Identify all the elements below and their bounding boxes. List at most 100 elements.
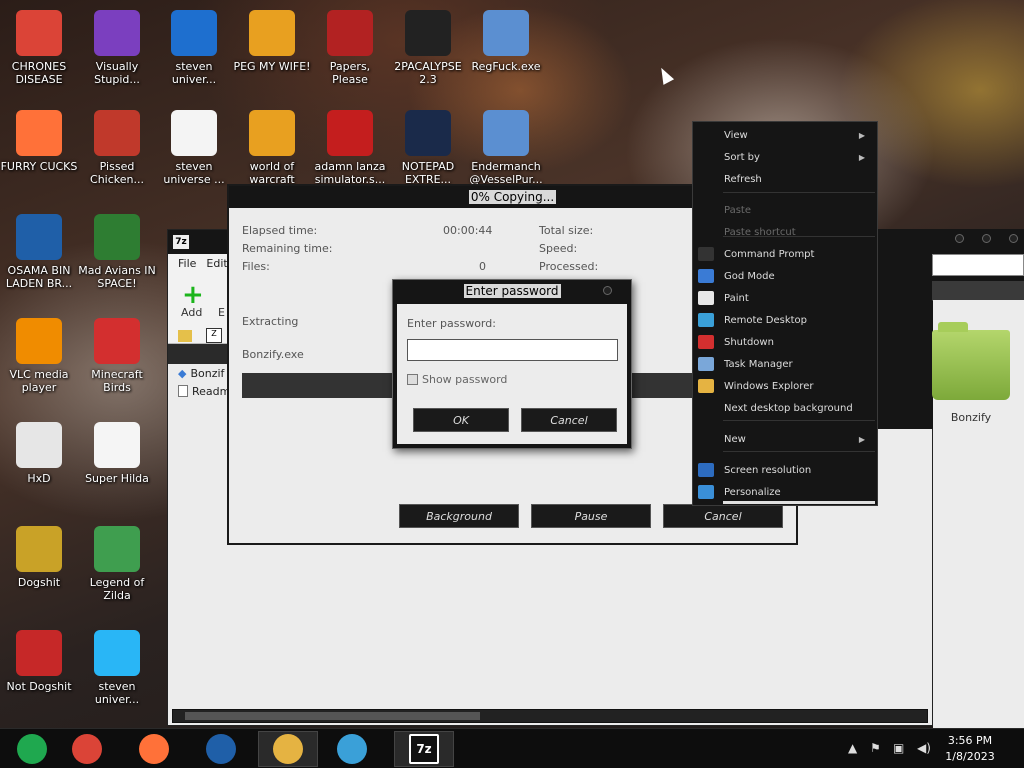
desktop-icon[interactable]: OSAMA BIN LADEN BR... — [0, 214, 78, 290]
shield-icon — [698, 335, 714, 349]
desktop-icon[interactable]: PEG MY WIFE! — [233, 10, 311, 73]
action-label: Extracting — [242, 315, 299, 328]
taskbar-button[interactable] — [258, 731, 318, 767]
close-button[interactable] — [1009, 234, 1018, 243]
context-menu-item[interactable]: Paste shortcut — [693, 221, 877, 243]
folder-label[interactable]: Bonzify — [936, 411, 1006, 424]
desktop-icon[interactable]: Pissed Chicken... — [78, 110, 156, 186]
password-dialog-body: Enter password: Show password OK Cancel — [397, 304, 627, 444]
context-menu-item-label: Personalize — [724, 486, 781, 498]
context-menu-item[interactable]: Personalize — [693, 481, 877, 503]
submenu-arrow-icon: ▶ — [858, 130, 865, 140]
context-menu-item[interactable]: Screen resolution — [693, 459, 877, 481]
password-dialog-titlebar[interactable]: Enter password — [393, 280, 631, 302]
desktop-icon-label: Papers, Please — [329, 60, 371, 86]
toolbar-add-label[interactable]: Add — [181, 306, 202, 319]
desktop-icon[interactable]: Not Dogshit — [0, 630, 78, 693]
show-password-label[interactable]: Show password — [422, 373, 507, 386]
password-input[interactable] — [407, 339, 618, 361]
password-dialog-title: Enter password — [463, 284, 561, 298]
desktop-icon[interactable]: adamn lanza simulator.s... — [311, 110, 389, 186]
desktop-icon[interactable]: Dogshit — [0, 526, 78, 589]
show-hidden-icons-icon[interactable]: ▲ — [848, 741, 857, 755]
context-menu-item[interactable]: Next desktop background — [693, 397, 877, 419]
task-manager-icon — [698, 357, 714, 371]
desktop-icon[interactable]: Endermanch @VesselPur... — [467, 110, 545, 186]
desktop-icon-label: world of warcraft — [249, 160, 295, 186]
taskbar-button[interactable] — [191, 731, 251, 767]
taskbar-clock[interactable]: 3:56 PM 1/8/2023 — [938, 733, 1002, 765]
context-menu-item[interactable]: God Mode — [693, 265, 877, 287]
dev-cpp-red-icon — [16, 630, 62, 676]
taskbar-button[interactable] — [124, 731, 184, 767]
context-menu-item[interactable]: Sort by ▶ — [693, 146, 877, 168]
desktop-icon[interactable]: world of warcraft — [233, 110, 311, 186]
desktop-icon[interactable]: steven univer... — [78, 630, 156, 706]
desktop-icon[interactable]: steven univer... — [155, 10, 233, 86]
context-menu-item[interactable]: Refresh — [693, 168, 877, 190]
desktop-icon[interactable]: VLC media player — [0, 318, 78, 394]
desktop-icon[interactable]: HxD — [0, 422, 78, 485]
context-menu-item[interactable]: View ▶ — [693, 124, 877, 146]
background-button[interactable]: Background — [399, 504, 519, 528]
password-dialog[interactable]: Enter password Enter password: Show pass… — [392, 279, 632, 449]
context-menu-item-label: Paste — [724, 204, 751, 216]
context-menu-item-label: Sort by — [724, 151, 760, 163]
search-bar[interactable] — [932, 281, 1024, 301]
folder-up-icon[interactable] — [178, 330, 192, 342]
desktop-icon[interactable]: FURRY CUCKS — [0, 110, 78, 173]
ok-button[interactable]: OK — [413, 408, 509, 432]
context-menu-item[interactable]: Shutdown — [693, 331, 877, 353]
horizontal-scrollbar[interactable] — [172, 709, 928, 723]
desktop-icon-label: Super Hilda — [85, 472, 149, 485]
folder-icon — [698, 379, 714, 393]
context-menu-item[interactable]: Windows Explorer — [693, 375, 877, 397]
desktop-icon[interactable]: Mad Avians IN SPACE! — [78, 214, 156, 290]
desktop-icon[interactable]: Minecraft Birds — [78, 318, 156, 394]
total-size-label: Total size: — [539, 224, 594, 237]
desktop-icon[interactable]: steven universe ... — [155, 110, 233, 186]
file-explorer-icon — [273, 734, 303, 764]
address-bar[interactable] — [932, 254, 1024, 276]
close-button[interactable] — [603, 286, 612, 295]
cancel-copy-button[interactable]: Cancel — [663, 504, 783, 528]
maximize-button[interactable] — [982, 234, 991, 243]
desktop-icon[interactable]: Super Hilda — [78, 422, 156, 485]
desktop-icon[interactable]: Visually Stupid... — [78, 10, 156, 86]
desktop-icon[interactable]: Legend of Zilda — [78, 526, 156, 602]
regedit-icon — [483, 10, 529, 56]
desktop-icon-label: adamn lanza simulator.s... — [314, 160, 386, 186]
toolbar-extract-label[interactable]: E — [218, 306, 225, 319]
desktop-icon[interactable]: RegFuck.exe — [467, 10, 545, 73]
context-menu-item[interactable]: Task Manager — [693, 353, 877, 375]
taskbar-button[interactable] — [2, 731, 62, 767]
context-menu-item[interactable]: New ▶ — [693, 428, 877, 450]
folder-icon[interactable] — [932, 322, 1010, 400]
context-menu-item[interactable]: Paint — [693, 287, 877, 309]
menu-edit[interactable]: Edit — [206, 257, 227, 271]
scrollbar-thumb[interactable] — [185, 712, 480, 720]
taskbar-button[interactable]: 7z — [394, 731, 454, 767]
current-file-label: Bonzify.exe — [242, 348, 304, 361]
context-menu-item[interactable]: Command Prompt — [693, 243, 877, 265]
action-center-flag-icon[interactable]: ⚑ — [870, 741, 881, 755]
minimize-button[interactable] — [955, 234, 964, 243]
context-menu-item[interactable]: Remote Desktop — [693, 309, 877, 331]
taskbar-button[interactable] — [57, 731, 117, 767]
cancel-button[interactable]: Cancel — [521, 408, 617, 432]
network-icon[interactable]: ▣ — [893, 741, 904, 755]
show-password-checkbox[interactable] — [407, 374, 418, 385]
context-menu-item[interactable]: Paste — [693, 199, 877, 221]
desktop-icon[interactable]: CHRONES DISEASE — [0, 10, 78, 86]
volume-icon[interactable]: ◀) — [917, 741, 931, 755]
desktop-icon[interactable]: 2PACALYPSE 2.3 — [389, 10, 467, 86]
clock-time: 3:56 PM — [947, 734, 993, 747]
desktop-context-menu[interactable]: View ▶ Sort by ▶ Refresh Paste Paste shortcut C… — [692, 121, 878, 506]
add-plus-icon[interactable]: + — [182, 282, 204, 308]
menu-file[interactable]: File — [178, 257, 196, 271]
pause-button[interactable]: Pause — [531, 504, 651, 528]
desktop-icon[interactable]: NOTEPAD EXTRE... — [389, 110, 467, 186]
desktop-icon[interactable]: Papers, Please — [311, 10, 389, 86]
7zip-logo-icon: 7z — [173, 235, 189, 249]
taskbar-button[interactable] — [322, 731, 382, 767]
